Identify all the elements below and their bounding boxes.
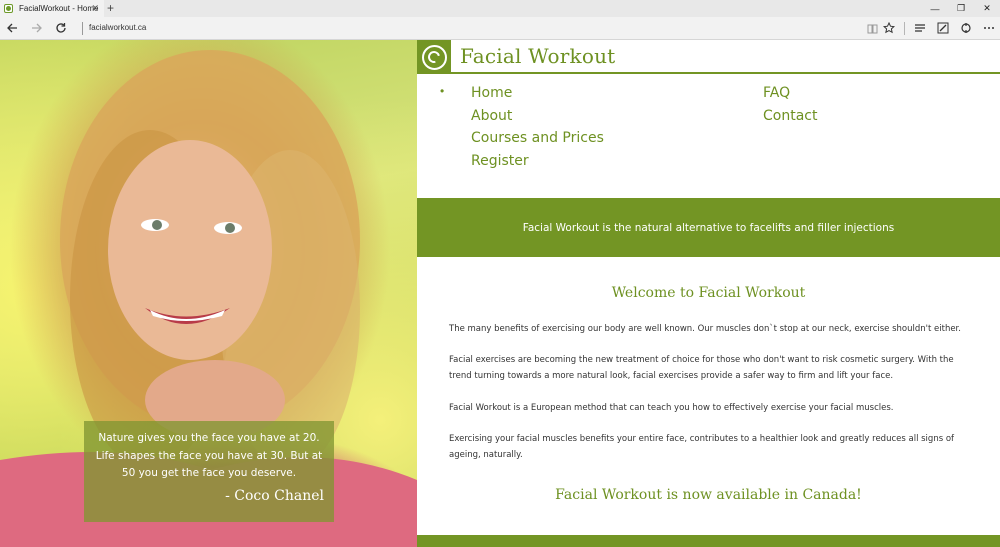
nav-about-link[interactable]: About — [471, 105, 604, 128]
intro-paragraph-4: Exercising your facial muscles benefits … — [449, 434, 955, 460]
nav-column-left: Home About Courses and Prices Register — [471, 82, 604, 172]
tab-title: FacialWorkout - Home — [19, 4, 99, 13]
arrow-right-icon — [32, 23, 42, 33]
forward-button[interactable] — [28, 19, 46, 37]
hero-photo: Nature gives you the face you have at 20… — [0, 40, 417, 547]
favorite-button[interactable] — [881, 20, 897, 36]
url-separator — [82, 22, 83, 35]
star-icon — [883, 22, 895, 34]
content-panel: Facial Workout • Home About Courses and … — [417, 40, 1000, 547]
quote-box: Nature gives you the face you have at 20… — [84, 421, 334, 522]
tab-close-icon[interactable]: ✕ — [91, 3, 99, 13]
nav-column-right: FAQ Contact — [763, 82, 817, 127]
tab-strip: FacialWorkout - Home ✕ + — ❐ ✕ — [0, 0, 1000, 17]
nav-contact-link[interactable]: Contact — [763, 105, 817, 128]
active-nav-bullet-icon: • — [440, 84, 445, 98]
nav-faq-link[interactable]: FAQ — [763, 82, 817, 105]
favicon-icon — [4, 4, 13, 13]
reading-view-button[interactable] — [864, 20, 880, 36]
share-icon — [961, 23, 971, 33]
url-field[interactable]: facialworkout.ca — [89, 23, 146, 32]
refresh-button[interactable] — [52, 19, 70, 37]
back-button[interactable] — [3, 19, 21, 37]
share-button[interactable] — [958, 20, 974, 36]
intro-paragraph-3: Facial Workout is a European method that… — [449, 403, 894, 413]
close-window-button[interactable]: ✕ — [974, 0, 1000, 17]
restore-button[interactable]: ❐ — [948, 0, 974, 17]
quote-author: - Coco Chanel — [225, 487, 324, 504]
web-page: Nature gives you the face you have at 20… — [0, 40, 1000, 547]
hub-button[interactable] — [912, 20, 928, 36]
address-bar: facialworkout.ca — [0, 17, 1000, 40]
new-tab-button[interactable]: + — [107, 1, 114, 15]
toolbar-separator — [904, 22, 905, 35]
more-button[interactable] — [981, 20, 997, 36]
pen-icon — [937, 22, 949, 34]
nav-courses-link[interactable]: Courses and Prices — [471, 127, 604, 150]
refresh-icon — [56, 23, 66, 33]
tagline-text: Facial Workout is the natural alternativ… — [522, 221, 895, 234]
book-icon — [867, 24, 877, 33]
hub-icon — [915, 24, 925, 32]
logo[interactable] — [417, 40, 451, 74]
more-icon — [984, 27, 994, 29]
logo-icon — [421, 44, 447, 70]
window-controls: — ❐ ✕ — [922, 0, 1000, 17]
availability-heading: Facial Workout is now available in Canad… — [555, 487, 862, 503]
main-nav: • Home About Courses and Prices Register… — [417, 82, 1000, 182]
intro-paragraph-2: Facial exercises are becoming the new tr… — [449, 355, 954, 381]
arrow-left-icon — [7, 23, 17, 33]
site-title: Facial Workout — [460, 44, 616, 68]
notes-button[interactable] — [935, 20, 951, 36]
tagline-banner: Facial Workout is the natural alternativ… — [417, 198, 1000, 257]
quote-text: Nature gives you the face you have at 20… — [95, 432, 323, 479]
nav-register-link[interactable]: Register — [471, 150, 604, 173]
intro-paragraph-1: The many benefits of exercising our body… — [449, 324, 961, 334]
site-header: Facial Workout — [417, 40, 1000, 74]
nav-home-link[interactable]: Home — [471, 82, 604, 105]
browser-tab[interactable]: FacialWorkout - Home ✕ — [0, 0, 104, 17]
minimize-button[interactable]: — — [922, 0, 948, 17]
footer-bar — [417, 535, 1000, 547]
welcome-heading: Welcome to Facial Workout — [611, 285, 806, 301]
